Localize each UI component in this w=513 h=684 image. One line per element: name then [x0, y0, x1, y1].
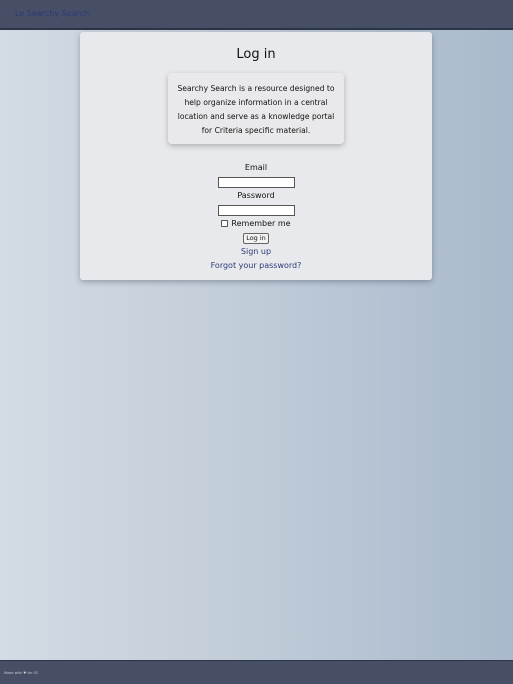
- sign-up-link[interactable]: Sign up: [80, 247, 432, 256]
- email-field[interactable]: [218, 177, 295, 188]
- login-button[interactable]: Log in: [243, 233, 269, 244]
- login-card: Log in Searchy Search is a resource desi…: [80, 32, 432, 280]
- intro-panel: Searchy Search is a resource designed to…: [168, 73, 344, 144]
- page-title: Log in: [236, 47, 276, 62]
- top-navbar: Le Searchy Search: [0, 0, 513, 30]
- forgot-password-link[interactable]: Forgot your password?: [80, 261, 432, 270]
- remember-me-row: Remember me: [80, 219, 432, 228]
- brand-link[interactable]: Le Searchy Search: [15, 9, 89, 18]
- remember-me-checkbox[interactable]: [221, 220, 229, 227]
- password-field[interactable]: [218, 205, 295, 216]
- password-label: Password: [237, 191, 275, 200]
- email-label: Email: [244, 163, 268, 172]
- remember-me-label: Remember me: [231, 219, 291, 228]
- footer-text: Made with ♥ for SS: [4, 671, 38, 675]
- footer: Made with ♥ for SS: [0, 660, 513, 684]
